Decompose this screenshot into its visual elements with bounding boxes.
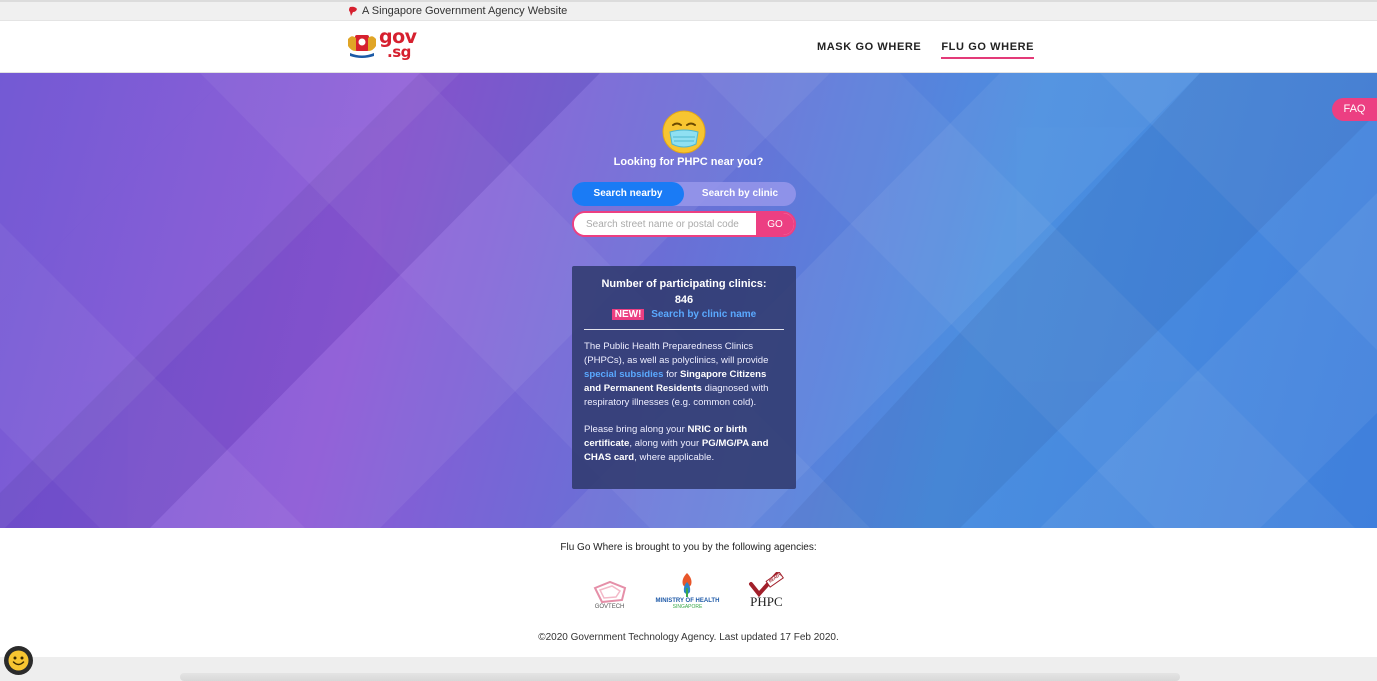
- new-badge: NEW!: [611, 309, 645, 320]
- masthead-content: A Singapore Government Agency Website: [348, 5, 567, 17]
- tab-search-by-clinic[interactable]: Search by clinic: [684, 182, 796, 206]
- face-mask-emoji-icon: [662, 110, 706, 154]
- moh-logo[interactable]: MINISTRY OF HEALTH SINGAPORE: [656, 572, 719, 610]
- smiley-face-icon: [8, 650, 29, 671]
- govtech-logo[interactable]: GOVTECH: [592, 580, 628, 610]
- govtech-label: GOVTECH: [594, 604, 625, 610]
- gov-sg-logo[interactable]: gov .sg: [347, 28, 417, 60]
- search-input[interactable]: [574, 213, 756, 235]
- search-bar: GO: [572, 211, 796, 237]
- tab-search-nearby[interactable]: Search nearby: [572, 182, 684, 206]
- hero-section: FAQ Looking for PHPC near you? Search ne…: [0, 73, 1377, 528]
- documents-text-3: , where applicable.: [634, 452, 715, 463]
- smiley-chat-icon[interactable]: [4, 646, 33, 675]
- nav-links: MASK GO WHERE FLU GO WHERE: [817, 41, 1035, 59]
- clinic-count-label: Number of participating clinics:: [601, 278, 767, 290]
- documents-description: Please bring along your NRIC or birth ce…: [584, 423, 784, 465]
- copyright-text: ©2020 Government Technology Agency. Last…: [538, 632, 839, 643]
- go-button[interactable]: GO: [756, 213, 794, 235]
- navbar: gov .sg MASK GO WHERE FLU GO WHERE: [0, 21, 1377, 73]
- documents-text-1: Please bring along your: [584, 424, 688, 435]
- info-card: Number of participating clinics: 846 NEW…: [572, 266, 796, 489]
- footer: Flu Go Where is brought to you by the fo…: [0, 528, 1377, 657]
- nav-flu-go-where[interactable]: FLU GO WHERE: [941, 41, 1035, 59]
- documents-text-2: , along with your: [629, 438, 702, 449]
- subsidy-text-1: The Public Health Preparedness Clinics (…: [584, 341, 769, 366]
- moh-logo-icon: [682, 573, 692, 597]
- bottom-shadow: [180, 673, 1180, 681]
- card-divider: [584, 329, 784, 330]
- subsidy-text-2: for: [663, 369, 680, 380]
- moh-sublabel: SINGAPORE: [672, 604, 703, 610]
- faq-button[interactable]: FAQ: [1332, 98, 1377, 121]
- subsidy-description: The Public Health Preparedness Clinics (…: [584, 340, 784, 410]
- phpc-logo[interactable]: READY PHPC: [747, 571, 785, 610]
- agency-logos: GOVTECH MINISTRY OF HEALTH SINGAPORE REA…: [0, 571, 1377, 610]
- special-subsidies-link[interactable]: special subsidies: [584, 369, 663, 380]
- clinic-count-value: 846: [674, 294, 694, 306]
- footer-title: Flu Go Where is brought to you by the fo…: [560, 542, 817, 553]
- masthead-text: A Singapore Government Agency Website: [362, 5, 568, 17]
- singapore-crest-icon: [348, 35, 376, 58]
- logo-wordmark: gov .sg: [379, 28, 417, 60]
- nav-mask-go-where[interactable]: MASK GO WHERE: [817, 41, 921, 59]
- search-mode-tabs: Search nearby Search by clinic: [572, 182, 796, 206]
- phpc-label: PHPC: [750, 594, 783, 609]
- hero-title: Looking for PHPC near you?: [613, 156, 764, 168]
- govtech-logo-icon: [593, 580, 626, 604]
- lion-head-icon: [349, 6, 357, 16]
- new-feature-row: NEW! Search by clinic name: [572, 309, 796, 320]
- search-by-clinic-name-link[interactable]: Search by clinic name: [651, 309, 756, 320]
- gov-masthead: A Singapore Government Agency Website: [0, 0, 1377, 21]
